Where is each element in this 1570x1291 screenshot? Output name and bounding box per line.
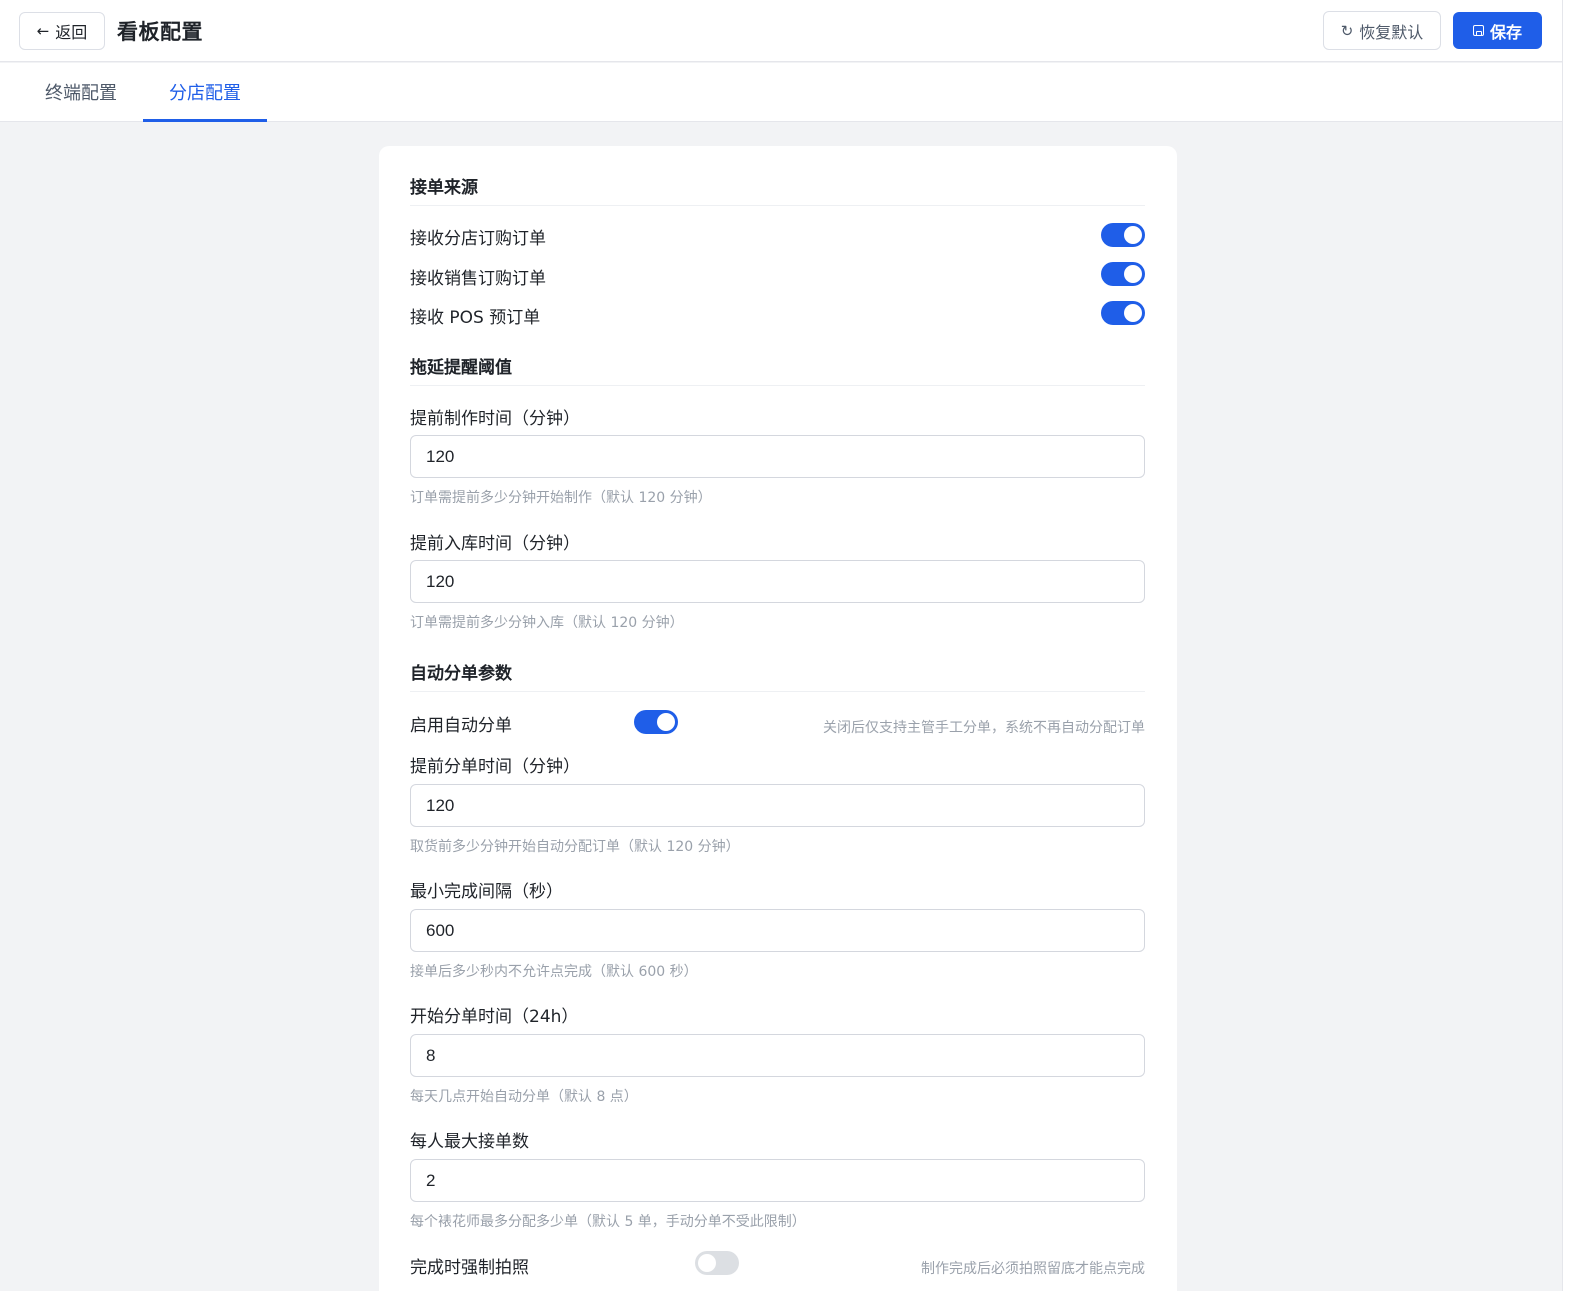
hint-force-photo-on-complete: 制作完成后必须拍照留底才能点完成 (921, 1261, 1145, 1277)
label-start-assign-hour: 开始分单时间（24h） (410, 1007, 579, 1027)
divider (410, 691, 1145, 692)
hint-advance-assign-time: 取货前多少分钟开始自动分配订单（默认 120 分钟） (410, 839, 740, 855)
arrow-left-icon: ← (36, 22, 50, 40)
toggle-force-photo-on-complete[interactable] (695, 1251, 739, 1275)
divider (410, 385, 1145, 386)
hint-enable-auto-assign: 关闭后仅支持主管手工分单，系统不再自动分配订单 (823, 720, 1145, 736)
label-advance-assign-time: 提前分单时间（分钟） (410, 757, 580, 777)
label-max-orders-per-person: 每人最大接单数 (410, 1132, 529, 1152)
reset-label: 恢复默认 (1359, 22, 1424, 42)
advance-stock-in-time-input[interactable]: 120 (410, 560, 1145, 603)
label-advance-stock-in-time: 提前入库时间（分钟） (410, 534, 580, 554)
tab-bar: 终端配置 分店配置 (0, 63, 1562, 122)
max-orders-per-person-input[interactable]: 2 (410, 1159, 1145, 1202)
scrollbar[interactable] (1562, 0, 1570, 1291)
tab-terminal-config[interactable]: 终端配置 (20, 63, 142, 121)
label-min-completion-interval: 最小完成间隔（秒） (410, 882, 563, 902)
label-receive-sales-orders: 接收销售订购订单 (410, 269, 546, 289)
hint-advance-stock-in-time: 订单需提前多少分钟入库（默认 120 分钟） (410, 615, 684, 631)
back-button[interactable]: ← 返回 (19, 12, 105, 50)
toggle-enable-auto-assign[interactable] (634, 710, 678, 734)
config-card: 接单来源 接收分店订购订单 接收销售订购订单 接收 POS 预订单 拖延提醒阈值… (379, 146, 1177, 1291)
hint-start-assign-hour: 每天几点开始自动分单（默认 8 点） (410, 1089, 638, 1105)
section-title-delay-threshold: 拖延提醒阈值 (410, 358, 512, 378)
back-label: 返回 (55, 23, 88, 42)
toggle-receive-branch-orders[interactable] (1101, 223, 1145, 247)
top-header: ← 返回 看板配置 ↻ 恢复默认 保存 (0, 0, 1562, 62)
start-assign-hour-input[interactable]: 8 (410, 1034, 1145, 1077)
advance-assign-time-input[interactable]: 120 (410, 784, 1145, 827)
save-label: 保存 (1489, 22, 1522, 42)
page-title: 看板配置 (117, 20, 203, 44)
label-receive-branch-orders: 接收分店订购订单 (410, 229, 546, 249)
label-advance-production-time: 提前制作时间（分钟） (410, 409, 580, 429)
reset-default-button[interactable]: ↻ 恢复默认 (1323, 11, 1441, 50)
hint-advance-production-time: 订单需提前多少分钟开始制作（默认 120 分钟） (410, 490, 712, 506)
label-enable-auto-assign: 启用自动分单 (410, 716, 512, 736)
tab-branch-config[interactable]: 分店配置 (143, 63, 267, 122)
toggle-receive-pos-preorders[interactable] (1101, 301, 1145, 325)
section-title-auto-assign: 自动分单参数 (410, 664, 512, 684)
min-completion-interval-input[interactable]: 600 (410, 909, 1145, 952)
hint-max-orders-per-person: 每个裱花师最多分配多少单（默认 5 单，手动分单不受此限制） (410, 1214, 806, 1230)
label-receive-pos-preorders: 接收 POS 预订单 (410, 308, 541, 328)
toggle-receive-sales-orders[interactable] (1101, 262, 1145, 286)
divider (410, 205, 1145, 206)
save-icon (1472, 25, 1484, 36)
label-force-photo-on-complete: 完成时强制拍照 (410, 1258, 529, 1278)
hint-min-completion-interval: 接单后多少秒内不允许点完成（默认 600 秒） (410, 964, 698, 980)
section-title-order-source: 接单来源 (410, 178, 478, 198)
refresh-icon: ↻ (1340, 21, 1354, 40)
save-button[interactable]: 保存 (1453, 12, 1542, 49)
advance-production-time-input[interactable]: 120 (410, 435, 1145, 478)
